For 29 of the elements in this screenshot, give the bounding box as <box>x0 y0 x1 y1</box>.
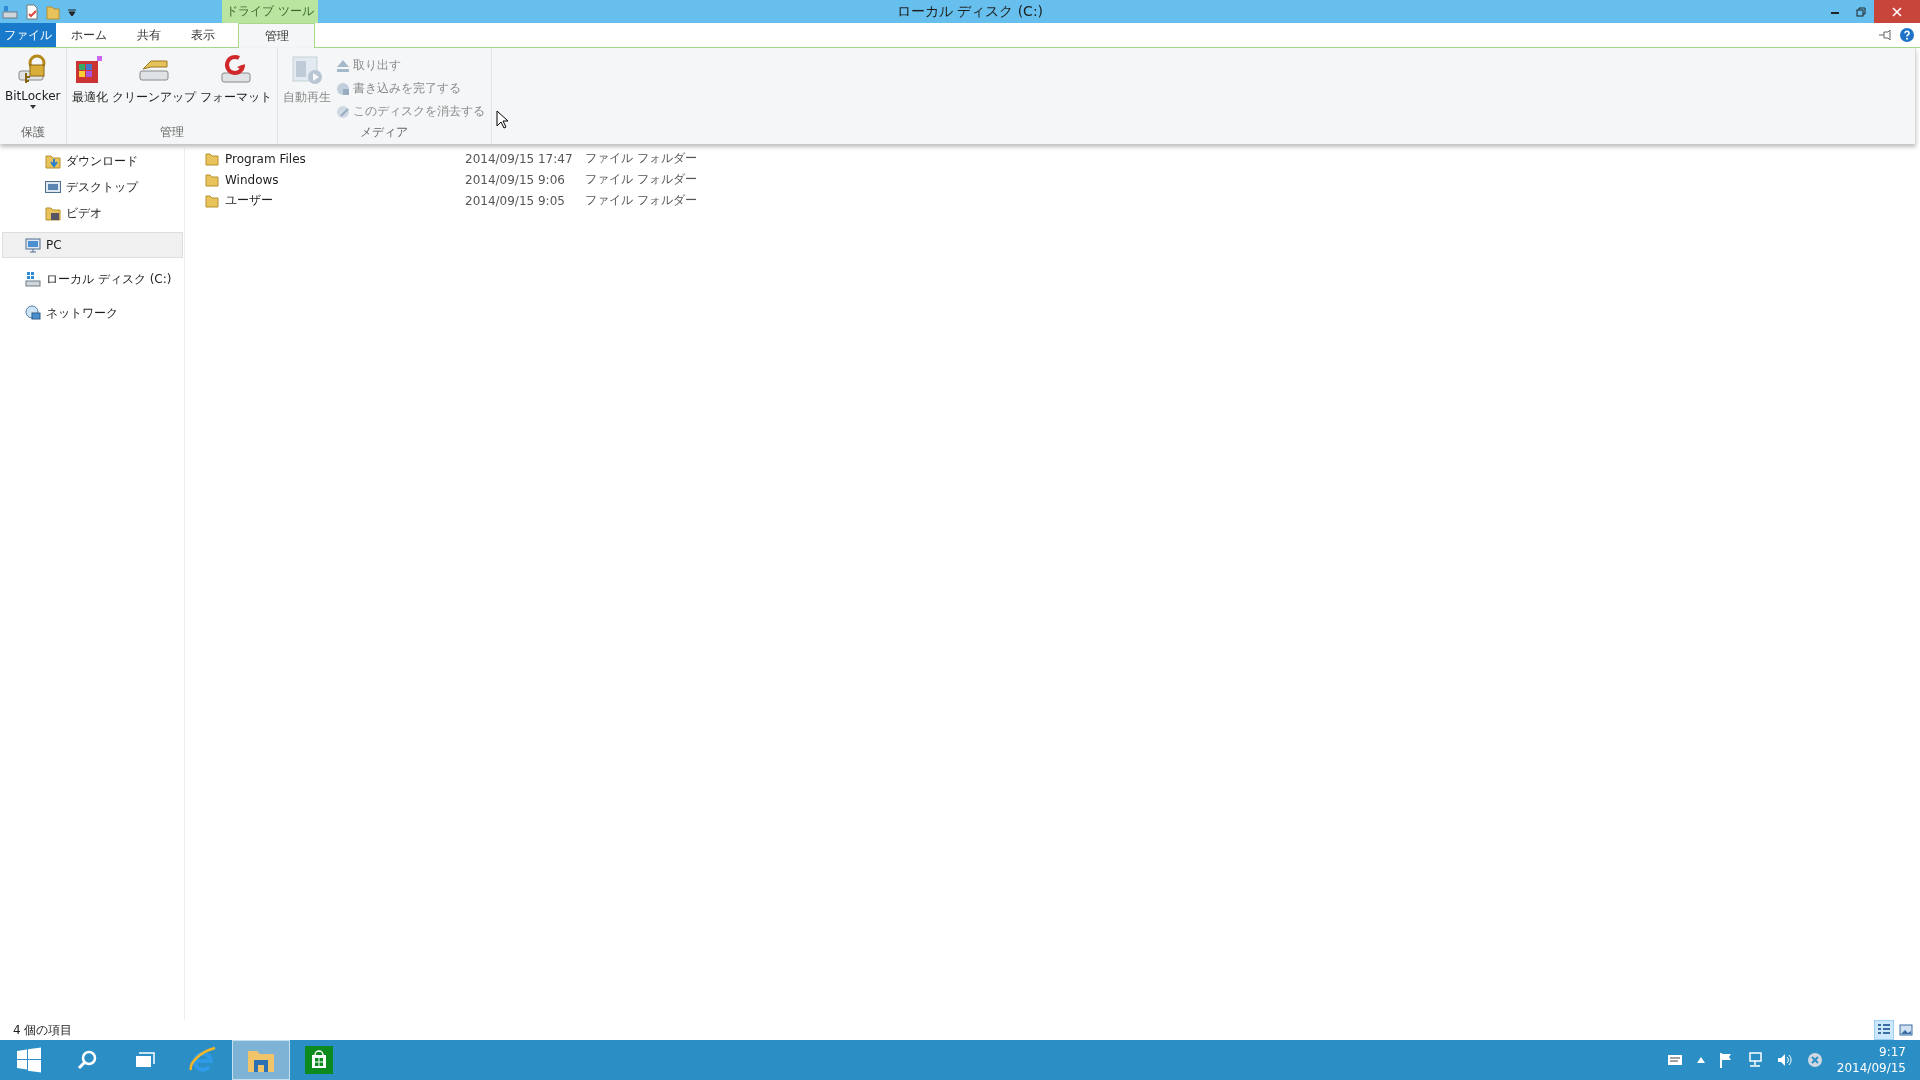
window-title: ローカル ディスク (C:) <box>896 2 1044 21</box>
file-type: ファイル フォルダー <box>585 171 697 188</box>
date-modified: 2014/09/15 9:06 <box>465 172 565 187</box>
date-modified: 2014/09/15 9:05 <box>465 193 565 208</box>
clock-date[interactable]: 2014/09/15 <box>1836 1060 1906 1076</box>
ribbon-group-label: メディア <box>359 124 410 141</box>
file-name[interactable]: Windows <box>225 172 279 187</box>
nav-item[interactable]: PC <box>2 232 183 258</box>
file-name[interactable]: ユーザー <box>225 193 273 207</box>
nav-item[interactable]: ビデオ <box>2 200 183 226</box>
ribbon-group-label: 保護 <box>19 124 46 141</box>
ribbon-button[interactable]: クリーンアップ <box>109 50 198 109</box>
nav-item[interactable]: ダウンロード <box>2 148 183 174</box>
ribbon-button[interactable]: 最適化 <box>69 50 110 109</box>
file-type: ファイル フォルダー <box>585 150 697 167</box>
nav-item[interactable]: デスクトップ <box>2 174 183 200</box>
nav-item[interactable]: ネットワーク <box>2 300 183 326</box>
contextual-tab-group: ドライブ ツール <box>222 0 318 23</box>
nav-item[interactable]: ローカル ディスク (C:) <box>2 266 183 292</box>
file-tab[interactable]: ファイル <box>0 23 56 47</box>
ribbon-button[interactable]: BitLocker <box>3 50 63 112</box>
ribbon-group-label: 管理 <box>158 124 185 141</box>
file-type: ファイル フォルダー <box>585 192 697 209</box>
ribbon-tab[interactable]: 管理 <box>238 23 315 48</box>
ribbon-button[interactable]: フォーマット <box>197 50 274 109</box>
item-count: 4 個の項目 <box>13 1021 73 1039</box>
file-name[interactable]: Program Files <box>225 151 306 166</box>
clock-time[interactable]: 9:17 <box>1879 1044 1906 1060</box>
date-modified: 2014/09/15 17:47 <box>465 151 573 166</box>
